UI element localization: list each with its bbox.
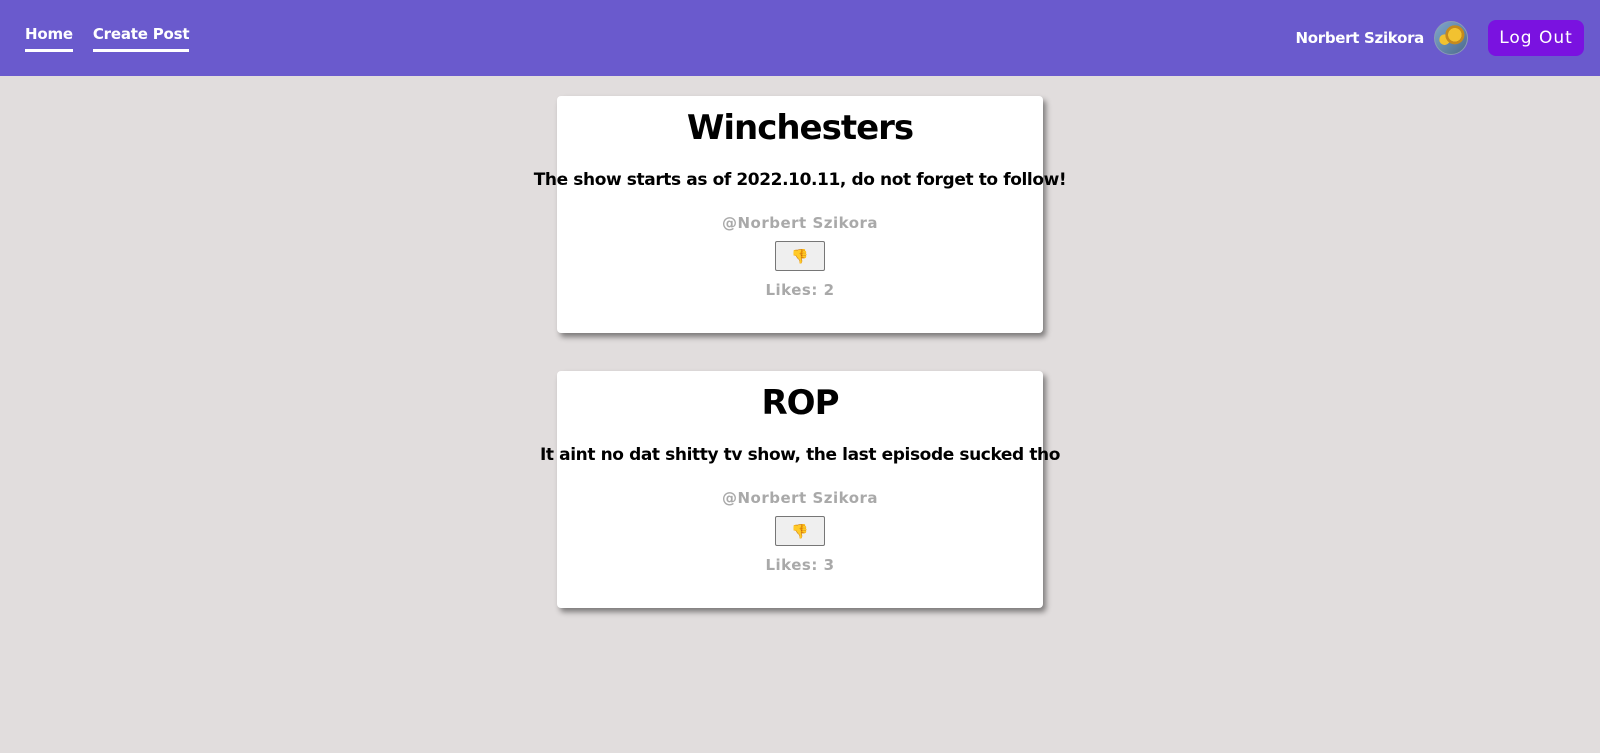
likes-label: Likes: [765, 281, 824, 299]
nav-link-create-post[interactable]: Create Post [92, 25, 190, 52]
user-name: Norbert Szikora [1295, 29, 1424, 47]
post-author: @Norbert Szikora [721, 489, 879, 507]
nav-links: Home Create Post [25, 25, 190, 52]
post-card: Winchesters The show starts as of 2022.1… [534, 96, 1067, 333]
likes-label: Likes: [765, 556, 824, 574]
nav-link-home[interactable]: Home [25, 25, 73, 52]
likes-count: 3 [823, 556, 835, 574]
post-likes: Likes: 3 [765, 556, 834, 574]
thumbs-down-icon: 👎 [791, 523, 809, 539]
post-title: Winchesters [686, 108, 914, 148]
top-navbar: Home Create Post Norbert Szikora Log Out [0, 0, 1600, 76]
user-area: Norbert Szikora Log Out [1295, 20, 1584, 56]
post-title: ROP [761, 383, 839, 423]
post-author: @Norbert Szikora [721, 214, 879, 232]
avatar [1434, 21, 1468, 55]
post-card: ROP It aint no dat shitty tv show, the l… [540, 371, 1060, 608]
dislike-button[interactable]: 👎 [775, 516, 825, 546]
dislike-button[interactable]: 👎 [775, 241, 825, 271]
post-likes: Likes: 2 [765, 281, 834, 299]
thumbs-down-icon: 👎 [791, 248, 809, 264]
likes-count: 2 [823, 281, 835, 299]
posts-feed: Winchesters The show starts as of 2022.1… [0, 96, 1600, 608]
post-text: The show starts as of 2022.10.11, do not… [533, 170, 1067, 190]
post-text: It aint no dat shitty tv show, the last … [539, 445, 1061, 465]
logout-button[interactable]: Log Out [1488, 20, 1584, 56]
